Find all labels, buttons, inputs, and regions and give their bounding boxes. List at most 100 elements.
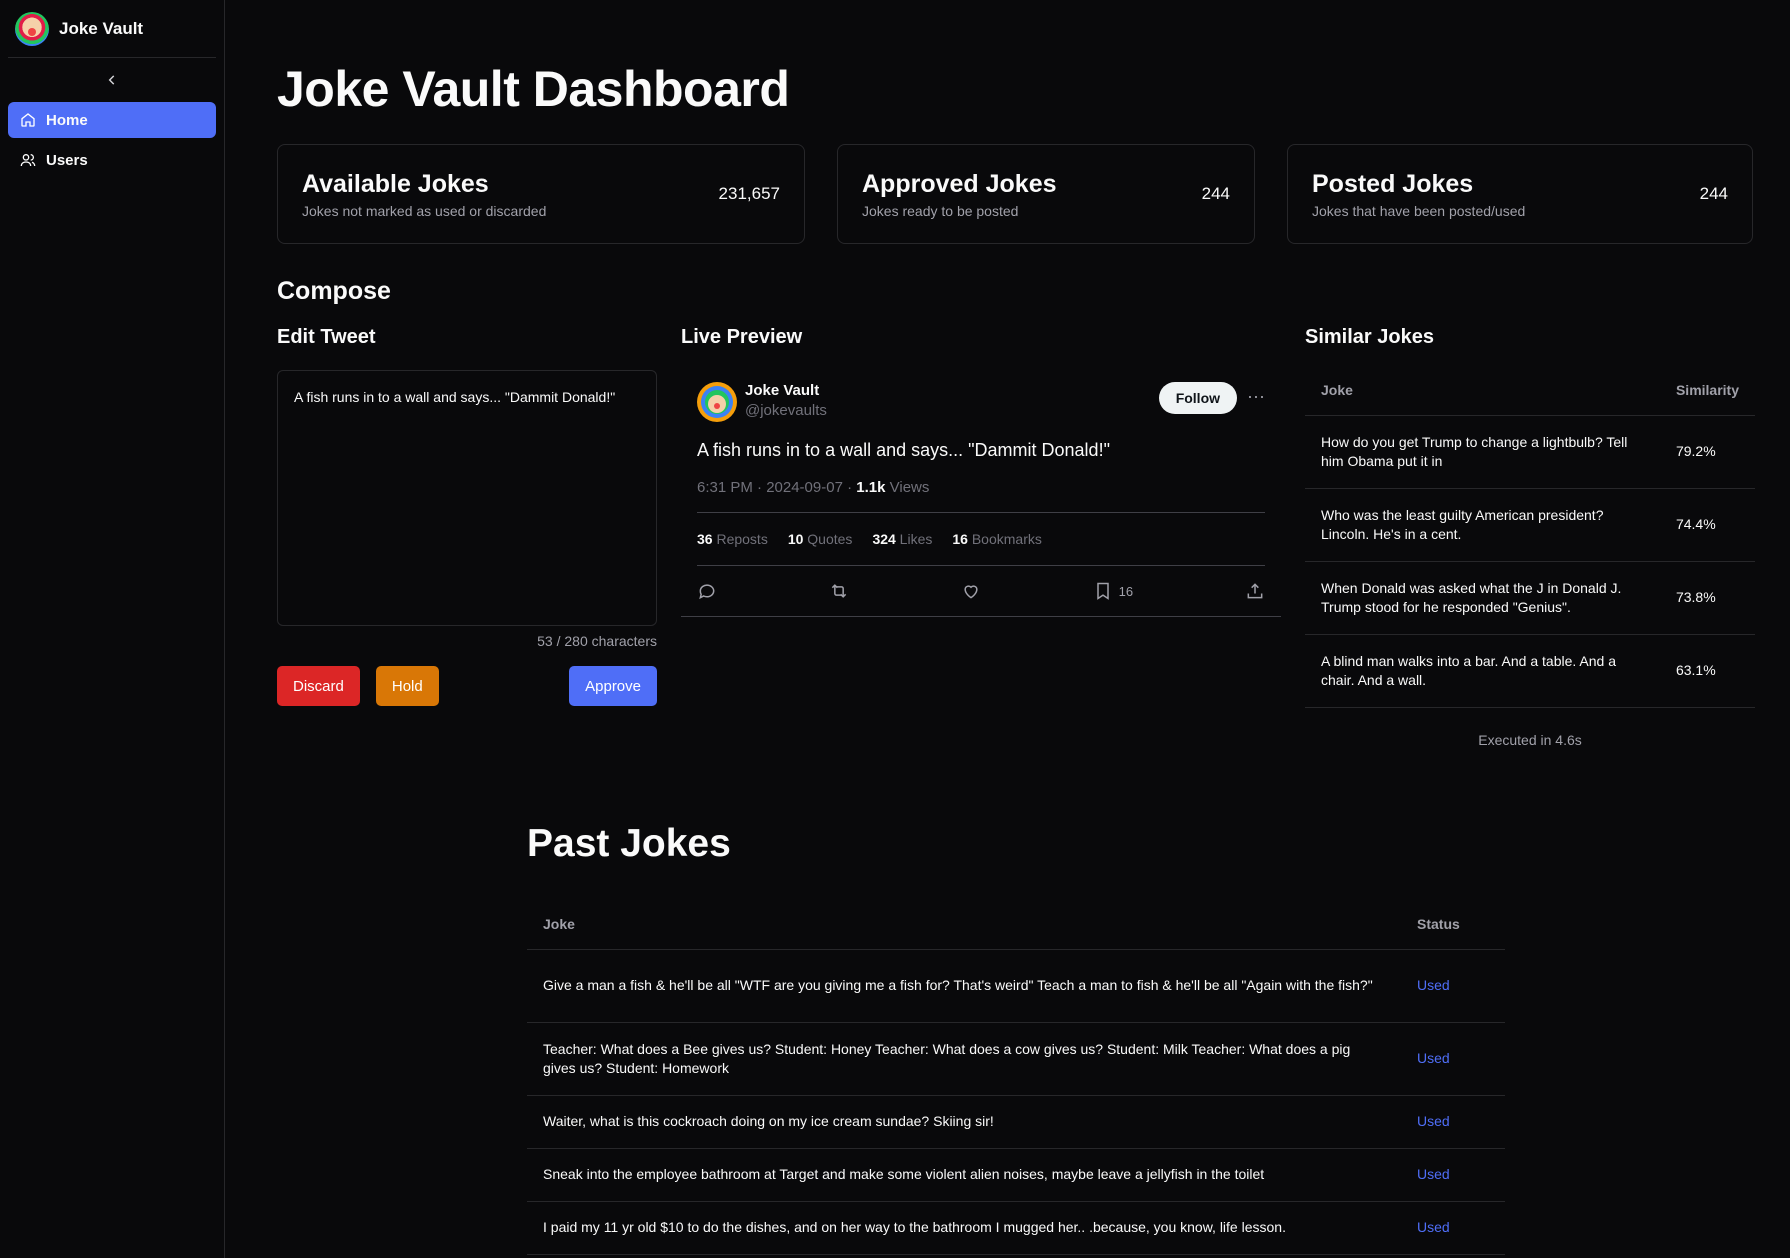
bookmark-count: 16 (1118, 583, 1134, 599)
reposts-count: 36 (697, 531, 713, 547)
stat-title: Posted Jokes (1312, 169, 1474, 198)
tweet-stats: 36 Reposts 10 Quotes 324 Likes 16 Bookma… (697, 513, 1265, 566)
table-row[interactable]: Who was the least guilty American presid… (1305, 488, 1755, 562)
table-row[interactable]: Waiter, what is this cockroach doing on … (527, 1095, 1505, 1149)
share-icon[interactable] (1245, 581, 1265, 601)
status-cell: Used (1401, 1095, 1505, 1149)
stat-value: 244 (1201, 184, 1230, 203)
table-row[interactable]: How do you get Trump to change a lightbu… (1305, 415, 1755, 489)
repost-icon[interactable] (829, 581, 849, 601)
main-content: Joke Vault Dashboard Available Jokes Jok… (225, 0, 1790, 1258)
compose-section: Edit Tweet A fish runs in to a wall and … (277, 326, 1755, 748)
app-root: Joke Vault Home Users Joke Vault Dashboa… (0, 0, 1790, 1258)
quotes-stat[interactable]: 10 Quotes (788, 531, 853, 547)
past-jokes-section: Past Jokes Joke Status Give a man a fish… (527, 822, 1505, 1255)
reply-icon[interactable] (697, 581, 717, 601)
page-title: Joke Vault Dashboard (277, 61, 790, 117)
similarity-cell: 73.8% (1659, 561, 1755, 635)
tweet-timestamp: 6:31 PM · 2024-09-07 · (697, 479, 857, 496)
status-cell: Used (1401, 1201, 1505, 1255)
joke-cell: Give a man a fish & he'll be all "WTF ar… (527, 949, 1401, 1023)
similarity-cell: 79.2% (1659, 415, 1755, 489)
brand[interactable]: Joke Vault (8, 0, 216, 58)
tweet-meta: 6:31 PM · 2024-09-07 · 1.1k Views (697, 479, 1265, 513)
sidebar-item-home[interactable]: Home (8, 102, 216, 138)
sidebar-item-users[interactable]: Users (8, 142, 216, 178)
edit-tweet-title: Edit Tweet (277, 326, 376, 348)
stat-value: 231,657 (718, 184, 780, 203)
similarity-cell: 74.4% (1659, 488, 1755, 562)
chevron-left-icon (108, 75, 115, 85)
stat-desc: Jokes ready to be posted (862, 202, 1019, 219)
table-row[interactable]: Teacher: What does a Bee gives us? Stude… (527, 1022, 1505, 1096)
likes-label: Likes (895, 531, 933, 547)
like-icon[interactable] (961, 581, 981, 601)
similar-jokes-title: Similar Jokes (1305, 326, 1434, 348)
stat-title: Available Jokes (302, 169, 489, 198)
stats-row: Available Jokes Jokes not marked as used… (277, 144, 1755, 244)
table-row[interactable]: A blind man walks into a bar. And a tabl… (1305, 634, 1755, 708)
bookmarks-stat[interactable]: 16 Bookmarks (952, 531, 1042, 547)
clown-logo-icon (15, 11, 49, 46)
more-options-icon[interactable]: ··· (1247, 382, 1265, 410)
tweet-display-name[interactable]: Joke Vault (745, 382, 827, 399)
bookmarks-label: Bookmarks (967, 531, 1042, 547)
tweet-text: A fish runs in to a wall and says... "Da… (697, 440, 1110, 460)
hold-button[interactable]: Hold (375, 666, 439, 706)
table-row[interactable]: Sneak into the employee bathroom at Targ… (527, 1148, 1505, 1202)
avatar[interactable] (697, 382, 737, 422)
similarity-cell: 63.1% (1659, 634, 1755, 708)
users-icon (20, 154, 36, 167)
column-header-status: Status (1401, 900, 1505, 950)
views-count: 1.1k (856, 479, 886, 496)
sidebar-item-label: Home (46, 111, 88, 129)
tweet-card: Joke Vault @jokevaults Follow ··· A fish… (681, 370, 1281, 617)
table-row[interactable]: Give a man a fish & he'll be all "WTF ar… (527, 949, 1505, 1023)
joke-cell: Who was the least guilty American presid… (1305, 488, 1660, 562)
similar-jokes-table: Joke Similarity How do you get Trump to … (1305, 366, 1755, 708)
compose-title: Compose (277, 277, 391, 305)
similar-jokes-panel: Similar Jokes Joke Similarity How do you… (1305, 326, 1755, 748)
joke-cell: Sneak into the employee bathroom at Targ… (527, 1148, 1401, 1202)
char-count: 53 / 280 characters (537, 633, 657, 649)
bookmark-icon (1096, 582, 1109, 600)
live-preview-title: Live Preview (681, 326, 803, 348)
edit-tweet-panel: Edit Tweet A fish runs in to a wall and … (277, 326, 657, 748)
table-row[interactable]: I paid my 11 yr old $10 to do the dishes… (527, 1201, 1505, 1255)
execution-time: Executed in 4.6s (1478, 731, 1582, 748)
bookmarks-count: 16 (952, 531, 968, 547)
table-header-row: Joke Status (527, 900, 1505, 950)
brand-name: Joke Vault (59, 18, 144, 38)
past-jokes-table: Joke Status Give a man a fish & he'll be… (527, 900, 1505, 1255)
reposts-stat[interactable]: 36 Reposts (697, 531, 768, 547)
tweet-textarea[interactable]: A fish runs in to a wall and says... "Da… (277, 370, 657, 626)
sidebar: Joke Vault Home Users (0, 0, 225, 1258)
joke-cell: Teacher: What does a Bee gives us? Stude… (527, 1022, 1401, 1096)
follow-button[interactable]: Follow (1158, 382, 1238, 414)
stat-card-posted: Posted Jokes Jokes that have been posted… (1287, 144, 1753, 244)
home-icon (21, 113, 35, 127)
tweet-handle[interactable]: @jokevaults (745, 402, 827, 419)
table-header-row: Joke Similarity (1305, 366, 1755, 416)
table-row[interactable]: When Donald was asked what the J in Dona… (1305, 561, 1755, 635)
collapse-sidebar-button[interactable] (8, 58, 216, 102)
stat-desc: Jokes that have been posted/used (1312, 202, 1526, 219)
stat-desc: Jokes not marked as used or discarded (302, 202, 547, 219)
reposts-label: Reposts (712, 531, 768, 547)
joke-cell: Waiter, what is this cockroach doing on … (527, 1095, 1401, 1149)
quotes-count: 10 (787, 531, 804, 547)
joke-cell: How do you get Trump to change a lightbu… (1305, 415, 1660, 489)
status-cell: Used (1401, 1148, 1505, 1202)
approve-button[interactable]: Approve (569, 666, 657, 706)
likes-count: 324 (872, 531, 896, 547)
quotes-label: Quotes (803, 531, 853, 547)
stat-value: 244 (1699, 184, 1728, 203)
views-label: Views (885, 479, 930, 496)
stat-title: Approved Jokes (862, 169, 1057, 198)
tweet-actions: 16 (697, 566, 1265, 616)
joke-cell: I paid my 11 yr old $10 to do the dishes… (527, 1201, 1401, 1255)
joke-cell: A blind man walks into a bar. And a tabl… (1305, 634, 1660, 708)
likes-stat[interactable]: 324 Likes (872, 531, 932, 547)
bookmark-action[interactable]: 16 (1093, 581, 1133, 601)
discard-button[interactable]: Discard (277, 666, 360, 706)
